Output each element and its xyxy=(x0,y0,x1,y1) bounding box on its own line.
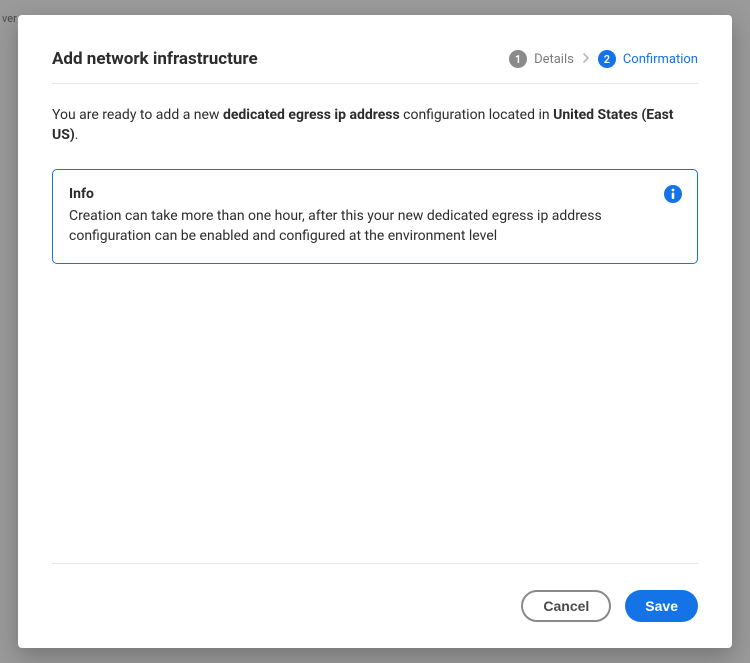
config-type: dedicated egress ip address xyxy=(223,107,400,123)
modal-title: Add network infrastructure xyxy=(52,49,258,69)
info-panel: Info Creation can take more than one hou… xyxy=(52,169,698,264)
intro-text: configuration located in xyxy=(400,107,553,123)
intro-text: . xyxy=(75,127,79,143)
modal-body: You are ready to add a new dedicated egr… xyxy=(52,84,698,563)
info-icon xyxy=(664,185,682,203)
wizard-stepper: 1 Details 2 Confirmation xyxy=(509,50,698,68)
chevron-right-icon xyxy=(582,52,590,66)
add-network-infrastructure-modal: Add network infrastructure 1 Details 2 C… xyxy=(18,15,732,648)
info-title: Info xyxy=(69,186,645,202)
confirmation-message: You are ready to add a new dedicated egr… xyxy=(52,106,698,145)
step-confirmation[interactable]: 2 Confirmation xyxy=(598,50,698,68)
backdrop-partial-text: ver xyxy=(0,10,19,27)
modal-footer: Cancel Save xyxy=(52,563,698,622)
step-details[interactable]: 1 Details xyxy=(509,50,574,68)
step-number-icon: 2 xyxy=(598,50,616,68)
cancel-button[interactable]: Cancel xyxy=(521,590,611,622)
step-number-icon: 1 xyxy=(509,50,527,68)
step-label: Confirmation xyxy=(623,52,698,67)
step-label: Details xyxy=(534,52,574,67)
intro-text: You are ready to add a new xyxy=(52,107,223,123)
info-body: Creation can take more than one hour, af… xyxy=(69,206,645,247)
modal-header: Add network infrastructure 1 Details 2 C… xyxy=(52,49,698,84)
save-button[interactable]: Save xyxy=(625,590,698,622)
